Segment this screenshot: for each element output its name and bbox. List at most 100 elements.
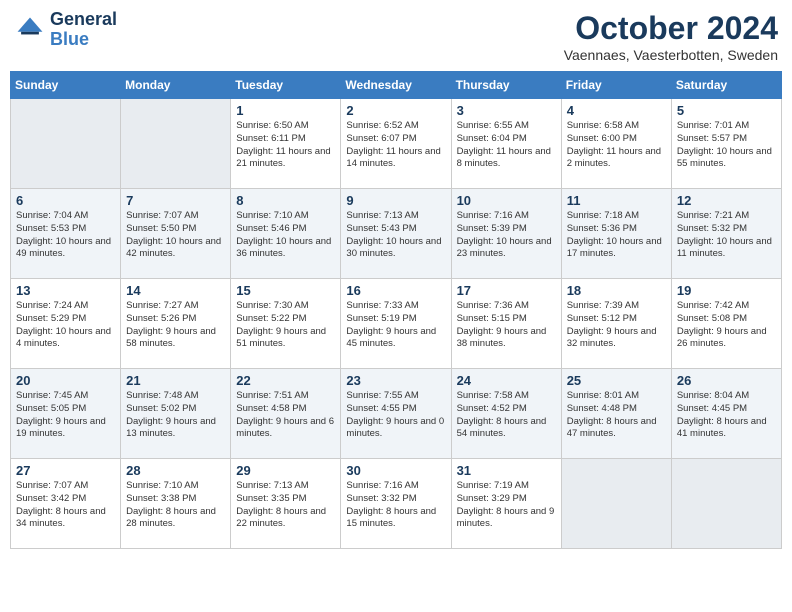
day-number: 22 <box>236 373 335 388</box>
subtitle: Vaennaes, Vaesterbotten, Sweden <box>564 47 778 63</box>
calendar-cell: 29 Sunrise: 7:13 AMSunset: 3:35 PMDayligh… <box>231 459 341 549</box>
calendar-cell: 23 Sunrise: 7:55 AMSunset: 4:55 PMDayligh… <box>341 369 451 459</box>
calendar-cell: 25 Sunrise: 8:01 AMSunset: 4:48 PMDayligh… <box>561 369 671 459</box>
day-number: 29 <box>236 463 335 478</box>
weekday-header-tuesday: Tuesday <box>231 72 341 99</box>
calendar-cell: 6 Sunrise: 7:04 AMSunset: 5:53 PMDaylight… <box>11 189 121 279</box>
logo-text: GeneralBlue <box>50 10 117 50</box>
day-detail: Sunrise: 7:24 AMSunset: 5:29 PMDaylight:… <box>16 300 115 351</box>
day-number: 8 <box>236 193 335 208</box>
day-number: 19 <box>677 283 776 298</box>
calendar-cell: 9 Sunrise: 7:13 AMSunset: 5:43 PMDaylight… <box>341 189 451 279</box>
day-number: 10 <box>457 193 556 208</box>
calendar-cell: 28Sunrise: 7:10 AMSunset: 3:38 PMDayligh… <box>121 459 231 549</box>
calendar-cell: 2Sunrise: 6:52 AMSunset: 6:07 PMDaylight… <box>341 99 451 189</box>
day-number: 24 <box>457 373 556 388</box>
calendar-cell: 1 Sunrise: 6:50 AMSunset: 6:11 PMDaylight… <box>231 99 341 189</box>
calendar-table: SundayMondayTuesdayWednesdayThursdayFrid… <box>10 71 782 549</box>
day-number: 26 <box>677 373 776 388</box>
day-detail: Sunrise: 7:18 AMSunset: 5:36 PMDaylight:… <box>567 210 666 261</box>
weekday-header-wednesday: Wednesday <box>341 72 451 99</box>
calendar-cell: 31Sunrise: 7:19 AMSunset: 3:29 PMDayligh… <box>451 459 561 549</box>
calendar-cell: 30Sunrise: 7:16 AMSunset: 3:32 PMDayligh… <box>341 459 451 549</box>
day-number: 21 <box>126 373 225 388</box>
day-number: 3 <box>457 103 556 118</box>
day-number: 18 <box>567 283 666 298</box>
weekday-header-monday: Monday <box>121 72 231 99</box>
calendar-cell: 8 Sunrise: 7:10 AMSunset: 5:46 PMDaylight… <box>231 189 341 279</box>
main-title: October 2024 <box>564 10 778 47</box>
day-detail: Sunrise: 7:58 AMSunset: 4:52 PMDaylight:… <box>457 390 556 441</box>
day-detail: Sunrise: 7:51 AMSunset: 4:58 PMDaylight:… <box>236 390 335 441</box>
day-number: 12 <box>677 193 776 208</box>
calendar-cell <box>121 99 231 189</box>
day-number: 16 <box>346 283 445 298</box>
day-number: 17 <box>457 283 556 298</box>
day-detail: Sunrise: 8:01 AMSunset: 4:48 PMDaylight:… <box>567 390 666 441</box>
day-number: 25 <box>567 373 666 388</box>
day-detail: Sunrise: 7:33 AMSunset: 5:19 PMDaylight:… <box>346 300 445 351</box>
day-detail: Sunrise: 7:10 AMSunset: 5:46 PMDaylight:… <box>236 210 335 261</box>
day-detail: Sunrise: 7:42 AMSunset: 5:08 PMDaylight:… <box>677 300 776 351</box>
day-number: 5 <box>677 103 776 118</box>
page-header: GeneralBlue October 2024 Vaennaes, Vaest… <box>10 10 782 63</box>
logo: GeneralBlue <box>14 10 117 50</box>
day-detail: Sunrise: 7:01 AMSunset: 5:57 PMDaylight:… <box>677 120 776 171</box>
weekday-header-friday: Friday <box>561 72 671 99</box>
day-detail: Sunrise: 6:58 AMSunset: 6:00 PMDaylight:… <box>567 120 666 171</box>
day-detail: Sunrise: 7:21 AMSunset: 5:32 PMDaylight:… <box>677 210 776 261</box>
day-number: 14 <box>126 283 225 298</box>
day-detail: Sunrise: 8:04 AMSunset: 4:45 PMDaylight:… <box>677 390 776 441</box>
day-detail: Sunrise: 7:07 AMSunset: 5:50 PMDaylight:… <box>126 210 225 261</box>
calendar-cell <box>671 459 781 549</box>
day-number: 11 <box>567 193 666 208</box>
day-detail: Sunrise: 7:16 AMSunset: 5:39 PMDaylight:… <box>457 210 556 261</box>
day-detail: Sunrise: 7:36 AMSunset: 5:15 PMDaylight:… <box>457 300 556 351</box>
day-detail: Sunrise: 7:04 AMSunset: 5:53 PMDaylight:… <box>16 210 115 261</box>
day-detail: Sunrise: 6:50 AMSunset: 6:11 PMDaylight:… <box>236 120 335 171</box>
day-detail: Sunrise: 7:45 AMSunset: 5:05 PMDaylight:… <box>16 390 115 441</box>
calendar-cell: 24 Sunrise: 7:58 AMSunset: 4:52 PMDayligh… <box>451 369 561 459</box>
day-number: 28 <box>126 463 225 478</box>
day-detail: Sunrise: 7:39 AMSunset: 5:12 PMDaylight:… <box>567 300 666 351</box>
calendar-cell: 19 Sunrise: 7:42 AMSunset: 5:08 PMDayligh… <box>671 279 781 369</box>
day-number: 15 <box>236 283 335 298</box>
day-number: 6 <box>16 193 115 208</box>
weekday-header-thursday: Thursday <box>451 72 561 99</box>
day-detail: Sunrise: 7:27 AMSunset: 5:26 PMDaylight:… <box>126 300 225 351</box>
calendar-cell: 21Sunrise: 7:48 AMSunset: 5:02 PMDayligh… <box>121 369 231 459</box>
day-number: 1 <box>236 103 335 118</box>
day-detail: Sunrise: 7:13 AMSunset: 5:43 PMDaylight:… <box>346 210 445 261</box>
calendar-cell: 13 Sunrise: 7:24 AMSunset: 5:29 PMDayligh… <box>11 279 121 369</box>
day-number: 9 <box>346 193 445 208</box>
calendar-cell: 12 Sunrise: 7:21 AMSunset: 5:32 PMDayligh… <box>671 189 781 279</box>
calendar-cell <box>561 459 671 549</box>
calendar-cell: 5 Sunrise: 7:01 AMSunset: 5:57 PMDaylight… <box>671 99 781 189</box>
day-number: 27 <box>16 463 115 478</box>
calendar-cell: 17 Sunrise: 7:36 AMSunset: 5:15 PMDayligh… <box>451 279 561 369</box>
weekday-header-sunday: Sunday <box>11 72 121 99</box>
calendar-cell: 10 Sunrise: 7:16 AMSunset: 5:39 PMDayligh… <box>451 189 561 279</box>
calendar-cell: 15 Sunrise: 7:30 AMSunset: 5:22 PMDayligh… <box>231 279 341 369</box>
day-number: 31 <box>457 463 556 478</box>
calendar-cell: 18 Sunrise: 7:39 AMSunset: 5:12 PMDayligh… <box>561 279 671 369</box>
calendar-cell: 20 Sunrise: 7:45 AMSunset: 5:05 PMDayligh… <box>11 369 121 459</box>
day-number: 13 <box>16 283 115 298</box>
day-detail: Sunrise: 7:13 AMSunset: 3:35 PMDaylight:… <box>236 480 335 531</box>
calendar-cell: 22 Sunrise: 7:51 AMSunset: 4:58 PMDayligh… <box>231 369 341 459</box>
title-block: October 2024 Vaennaes, Vaesterbotten, Sw… <box>564 10 778 63</box>
calendar-cell: 7 Sunrise: 7:07 AMSunset: 5:50 PMDaylight… <box>121 189 231 279</box>
calendar-cell: 3Sunrise: 6:55 AMSunset: 6:04 PMDaylight… <box>451 99 561 189</box>
weekday-header-saturday: Saturday <box>671 72 781 99</box>
day-number: 30 <box>346 463 445 478</box>
day-number: 7 <box>126 193 225 208</box>
calendar-cell <box>11 99 121 189</box>
calendar-cell: 26 Sunrise: 8:04 AMSunset: 4:45 PMDayligh… <box>671 369 781 459</box>
day-detail: Sunrise: 7:30 AMSunset: 5:22 PMDaylight:… <box>236 300 335 351</box>
day-number: 23 <box>346 373 445 388</box>
day-detail: Sunrise: 7:55 AMSunset: 4:55 PMDaylight:… <box>346 390 445 441</box>
day-number: 20 <box>16 373 115 388</box>
calendar-cell: 27Sunrise: 7:07 AMSunset: 3:42 PMDayligh… <box>11 459 121 549</box>
logo-icon <box>14 14 46 46</box>
calendar-cell: 11 Sunrise: 7:18 AMSunset: 5:36 PMDayligh… <box>561 189 671 279</box>
